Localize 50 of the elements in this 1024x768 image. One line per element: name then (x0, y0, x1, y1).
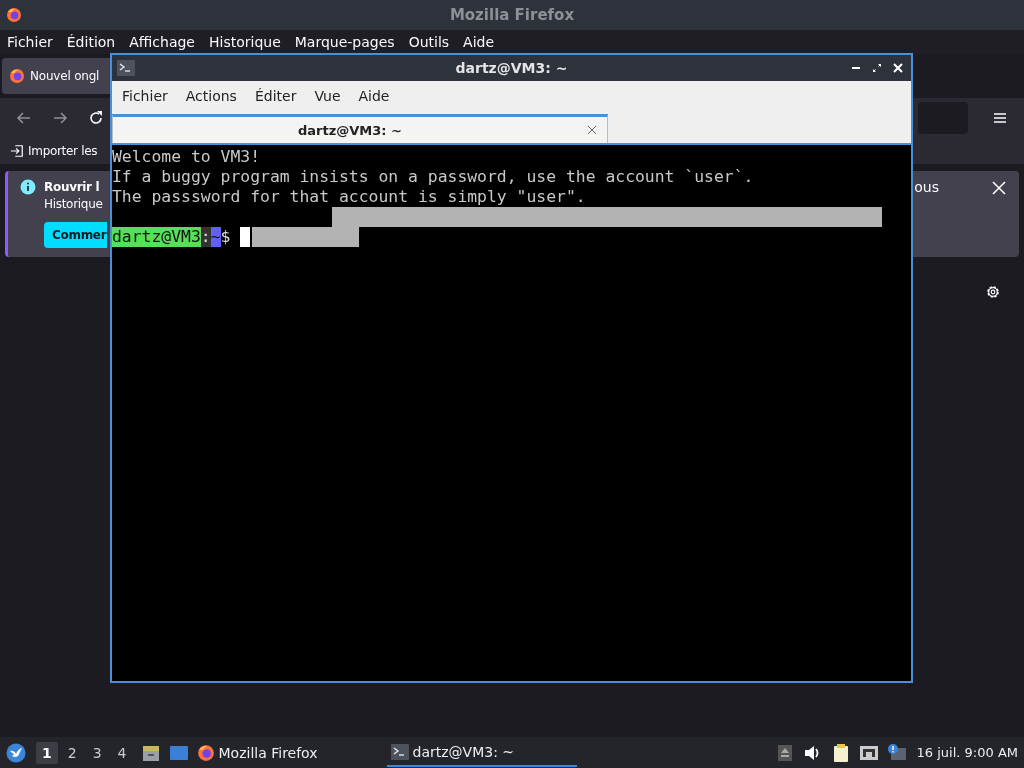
window-title: dartz@VM3: ~ (454, 60, 569, 76)
menu-item[interactable]: Éditer (246, 88, 305, 104)
taskbar-task[interactable]: dartz@VM3: ~ (386, 738, 577, 767)
notification-title: Rouvrir l (44, 179, 100, 196)
workspace-button[interactable]: 4 (111, 741, 133, 764)
prompt-separator: : (200, 227, 211, 247)
prompt-user-host: dartz@VM3 (112, 227, 201, 247)
terminal-tab[interactable]: dartz@VM3: ~ (112, 114, 608, 143)
reload-icon[interactable] (88, 110, 104, 126)
workspace-button[interactable]: 1 (36, 741, 58, 764)
terminal-icon (117, 60, 135, 76)
terminal-output-line: If a buggy program insists on a password, use the account `user`. (112, 167, 754, 187)
menu-item[interactable]: Aide (350, 88, 398, 104)
clock[interactable]: 16 juil. 9:00 AM (916, 745, 1018, 760)
menu-item[interactable]: Actions (177, 88, 245, 104)
workspace-button[interactable]: 3 (86, 741, 108, 764)
menu-item[interactable]: Aide (456, 34, 502, 50)
menu-item[interactable]: Affichage (122, 34, 202, 50)
menu-icon[interactable] (992, 110, 1008, 126)
bird-logo-icon[interactable] (6, 742, 26, 763)
browser-logo-icon (9, 68, 25, 84)
taskbar-task[interactable]: Mozilla Firefox (192, 738, 383, 767)
menu-item[interactable]: Marque-pages (287, 34, 402, 50)
browser-logo-icon (196, 743, 215, 762)
notification-text: Historique (44, 196, 103, 213)
maximize-icon[interactable] (872, 63, 882, 73)
notification-text: ous (914, 179, 939, 196)
forward-arrow-icon[interactable] (52, 110, 68, 126)
notification-button[interactable]: Commer (44, 222, 108, 248)
menu-item[interactable]: Fichier (114, 88, 176, 104)
bookmark-item[interactable]: Importer les (10, 144, 98, 158)
workspace-button[interactable]: 2 (61, 741, 83, 764)
terminal-output-line: Welcome to VM3! (112, 147, 261, 167)
notification-icon[interactable] (886, 742, 907, 763)
menu-item[interactable]: Historique (202, 34, 288, 50)
terminal-output-line: The passsword for that account is simply "user". (112, 187, 586, 207)
settings-icon[interactable] (985, 284, 1001, 300)
browser-logo-icon (6, 7, 22, 23)
menu-item[interactable]: Vue (306, 88, 349, 104)
terminal-icon (390, 742, 409, 761)
menu-item[interactable]: Fichier (0, 34, 60, 50)
prompt-symbol: $ (220, 227, 232, 247)
window-title: Mozilla Firefox (448, 6, 576, 24)
menu-item[interactable]: Outils (401, 34, 457, 50)
prompt-path: ~ (210, 227, 221, 247)
import-icon (10, 144, 24, 158)
info-icon (20, 179, 36, 195)
back-arrow-icon[interactable] (16, 110, 32, 126)
menu-item[interactable]: Édition (59, 34, 123, 50)
text-cursor (240, 227, 251, 247)
